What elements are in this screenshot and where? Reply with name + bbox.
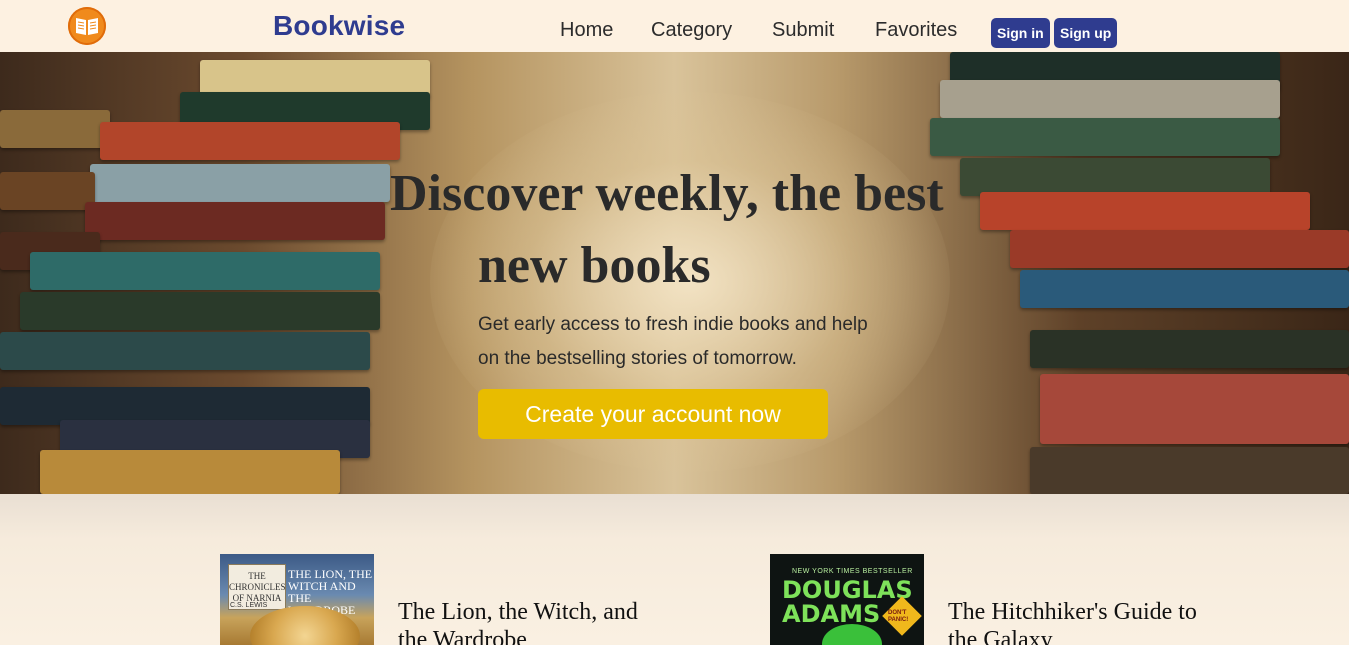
open-book-icon[interactable] — [68, 7, 106, 45]
hero-title-line-2: new books — [478, 237, 711, 294]
cover-tagline: NEW YORK TIMES BESTSELLER — [792, 568, 913, 575]
book-spine — [85, 202, 385, 240]
book-cover-hitchhiker[interactable]: NEW YORK TIMES BESTSELLER DOUGLAS ADAMS … — [770, 554, 924, 645]
hero-banner: Discover weekly, the best new books Get … — [0, 52, 1349, 494]
book-spine — [1030, 330, 1349, 368]
book-spine — [1010, 230, 1349, 268]
book-spine — [1020, 270, 1349, 308]
sign-up-button[interactable]: Sign up — [1054, 18, 1118, 48]
book-spine — [1030, 447, 1349, 494]
sign-in-button[interactable]: Sign in — [991, 18, 1050, 48]
featured-books-section: THE CHRONICLES OF NARNIA THE LION, THE W… — [0, 494, 1349, 645]
nav-home[interactable]: Home — [560, 19, 613, 42]
book-spine — [0, 110, 110, 148]
book-spine — [1040, 374, 1349, 444]
brand-name[interactable]: Bookwise — [273, 10, 405, 42]
book-spine — [930, 118, 1280, 156]
book-spine — [100, 122, 400, 160]
book-spine — [20, 292, 380, 330]
hero-subtitle-line-2: on the bestselling stories of tomorrow. — [478, 348, 797, 369]
hero-title: Discover weekly, the best new books — [390, 158, 1010, 302]
book-spine — [0, 172, 95, 210]
nav-category[interactable]: Category — [651, 19, 732, 42]
hero-subtitle: Get early access to fresh indie books an… — [478, 308, 938, 376]
book-spine — [0, 332, 370, 370]
cover-author-label: C.S. LEWIS — [230, 602, 268, 609]
book-spine — [40, 450, 340, 494]
left-book-stack — [0, 52, 440, 494]
book-cover-narnia[interactable]: THE CHRONICLES OF NARNIA THE LION, THE W… — [220, 554, 374, 645]
book-spine — [980, 192, 1310, 230]
hero-title-line-1: Discover weekly, the best — [390, 165, 944, 222]
top-navbar: Bookwise Home Category Submit Favorites … — [0, 0, 1349, 52]
book-title-hitchhiker[interactable]: The Hitchhiker's Guide to the Galaxy — [948, 598, 1208, 645]
cover-badge-text: DON'T PANIC! — [888, 610, 909, 623]
hero-subtitle-line-1: Get early access to fresh indie books an… — [478, 314, 868, 335]
nav-favorites[interactable]: Favorites — [875, 19, 957, 42]
create-account-button[interactable]: Create your account now — [478, 389, 828, 439]
book-spine — [940, 80, 1280, 118]
book-spine — [30, 252, 380, 290]
book-title-narnia[interactable]: The Lion, the Witch, and the Wardrobe — [398, 598, 658, 645]
book-spine — [90, 164, 390, 202]
nav-submit[interactable]: Submit — [772, 19, 834, 42]
